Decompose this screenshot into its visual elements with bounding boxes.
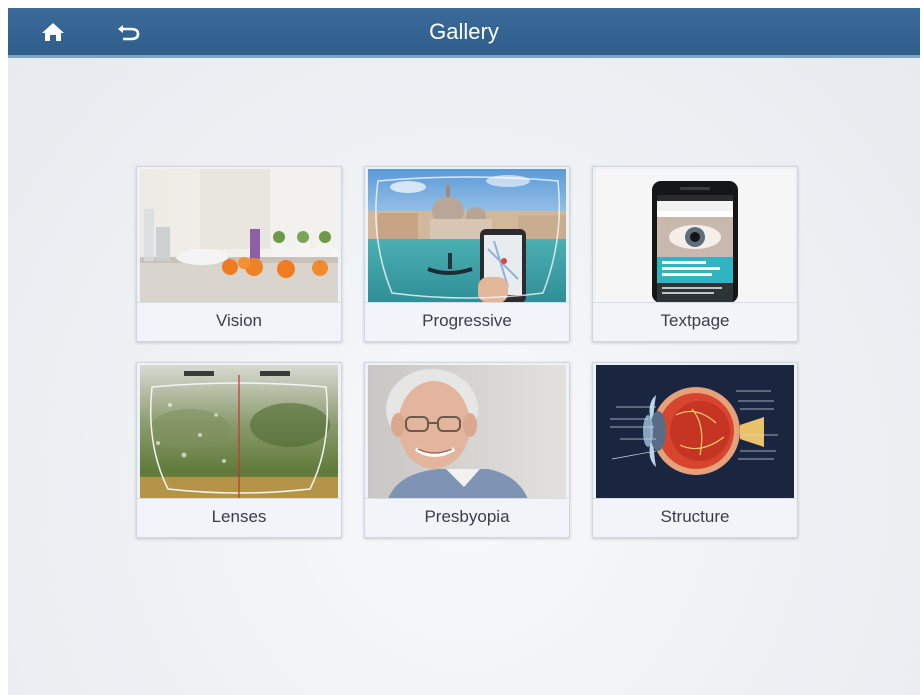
app-window: Gallery Vision Progressive Textpage Lens… [8, 8, 920, 695]
eye-anatomy-diagram [596, 365, 794, 499]
kitchen-oranges-photo [140, 169, 338, 303]
gallery-item-label: Progressive [365, 302, 569, 341]
gallery-item-label: Presbyopia [365, 498, 569, 537]
venice-lens-phone-photo [368, 169, 566, 303]
gallery-item-lenses[interactable]: Lenses [136, 362, 342, 538]
gallery-item-label: Structure [593, 498, 797, 537]
gallery-item-textpage[interactable]: Textpage [592, 166, 798, 342]
page-title: Gallery [429, 19, 499, 44]
lens-comparison-photo [140, 365, 338, 499]
gallery-item-presbyopia[interactable]: Presbyopia [364, 362, 570, 538]
elderly-man-glasses-photo [368, 365, 566, 499]
header-bar: Gallery [8, 8, 920, 58]
gallery-grid: Vision Progressive Textpage Lenses Presb… [136, 166, 800, 542]
gallery-item-structure[interactable]: Structure [592, 362, 798, 538]
gallery-item-label: Vision [137, 302, 341, 341]
gallery-item-vision[interactable]: Vision [136, 166, 342, 342]
gallery-item-label: Lenses [137, 498, 341, 537]
gallery-item-label: Textpage [593, 302, 797, 341]
smartphone-eye-article-photo [596, 169, 794, 303]
gallery-item-progressive[interactable]: Progressive [364, 166, 570, 342]
